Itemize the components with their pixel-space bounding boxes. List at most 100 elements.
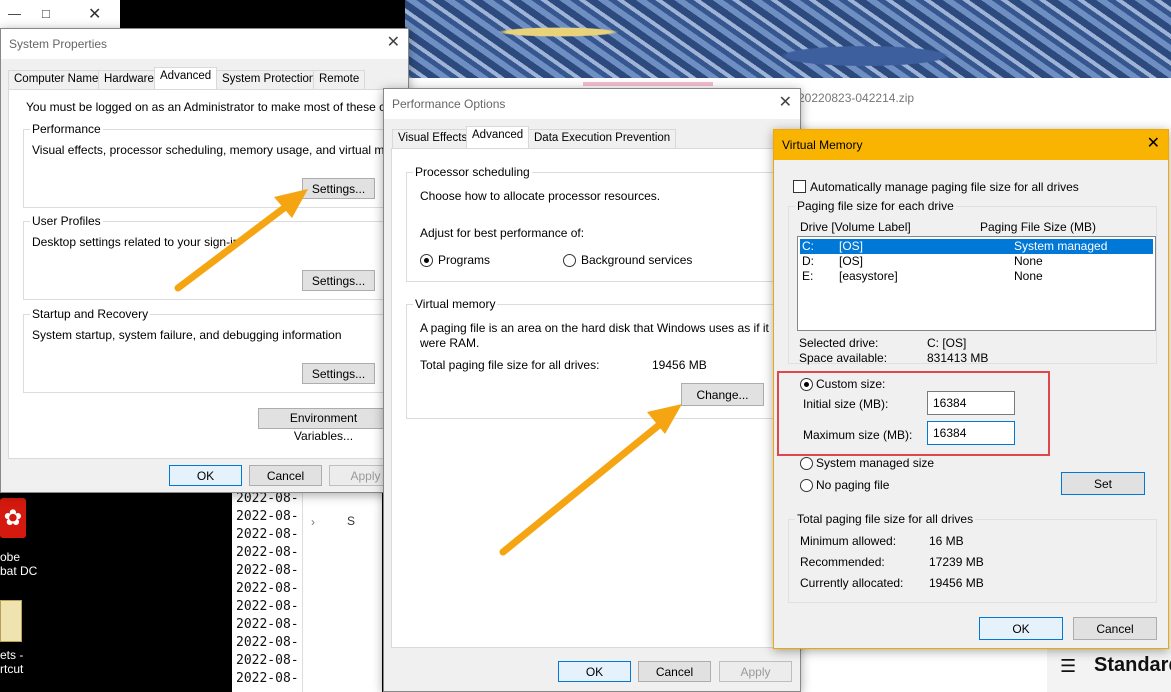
hamburger-menu-icon[interactable]: ☰ xyxy=(1060,656,1076,677)
console-line: 2022-08- xyxy=(236,635,299,650)
user-profiles-label: User Profiles xyxy=(30,214,103,228)
cancel-button[interactable]: Cancel xyxy=(638,661,711,682)
drive-row[interactable]: D: [OS] None xyxy=(800,254,1153,269)
cancel-button[interactable]: Cancel xyxy=(1073,617,1157,640)
no-paging-radio[interactable] xyxy=(800,479,813,492)
drive-row[interactable]: E: [easystore] None xyxy=(800,269,1153,284)
startup-recovery-group: Startup and Recovery System startup, sys… xyxy=(23,307,389,393)
environment-variables-button[interactable]: Environment Variables... xyxy=(258,408,389,443)
selected-drive-label: Selected drive: xyxy=(799,336,879,350)
virtual-memory-label: Virtual memory xyxy=(413,297,498,311)
auto-manage-checkbox[interactable] xyxy=(793,180,806,193)
maximize-icon[interactable]: □ xyxy=(42,6,50,21)
window-title: Performance Options xyxy=(392,97,506,111)
tab-remote[interactable]: Remote xyxy=(313,70,366,89)
acrobat-icon[interactable]: ✿ xyxy=(0,498,26,538)
console-line: 2022-08- xyxy=(236,617,299,632)
advanced-tab-panel: Processor scheduling Choose how to alloc… xyxy=(391,148,794,648)
paging-each-drive-label: Paging file size for each drive xyxy=(795,199,956,213)
tab-visual-effects[interactable]: Visual Effects xyxy=(392,129,474,148)
drive-row[interactable]: C: [OS] System managed xyxy=(800,239,1153,254)
programs-radio[interactable] xyxy=(420,254,433,267)
drive-size: System managed xyxy=(1014,239,1108,253)
advanced-tab-panel: You must be logged on as an Administrato… xyxy=(8,89,428,459)
performance-description: Visual effects, processor scheduling, me… xyxy=(32,143,418,157)
user-profiles-description: Desktop settings related to your sign-in xyxy=(32,235,240,249)
currently-allocated-value: 19456 MB xyxy=(929,576,984,590)
console-line: 2022-08- xyxy=(236,599,299,614)
set-button[interactable]: Set xyxy=(1061,472,1145,495)
minimum-allowed-label: Minimum allowed: xyxy=(800,534,897,548)
recommended-value: 17239 MB xyxy=(929,555,984,569)
console-line: 2022-08- xyxy=(236,545,299,560)
performance-label: Performance xyxy=(30,122,103,136)
performance-group: Performance Visual effects, processor sc… xyxy=(23,122,418,208)
zip-file-name[interactable]: 20220823-042214.zip xyxy=(798,91,914,105)
total-paging-label: Total paging file size for all drives: xyxy=(420,358,600,372)
background-services-label[interactable]: Background services xyxy=(581,253,692,267)
tab-data-execution-prevention[interactable]: Data Execution Prevention xyxy=(528,129,677,148)
tab-computer-name[interactable]: Computer Name xyxy=(8,70,105,89)
close-icon[interactable]: ✕ xyxy=(387,33,400,53)
tree-item-label[interactable]: S xyxy=(347,514,355,528)
drive-label: [easystore] xyxy=(839,269,898,283)
minimize-icon[interactable]: — xyxy=(8,6,21,21)
console-line: 2022-08- xyxy=(236,509,299,524)
currently-allocated-label: Currently allocated: xyxy=(800,576,904,590)
background-services-radio[interactable] xyxy=(563,254,576,267)
explorer-tree-pane: › S xyxy=(302,490,382,692)
adjust-performance-label: Adjust for best performance of: xyxy=(420,226,585,240)
console-line: 2022-08- xyxy=(236,671,299,686)
explorer-progress-strip xyxy=(583,82,713,86)
drive-letter: D: xyxy=(802,254,814,268)
tab-advanced[interactable]: Advanced xyxy=(466,126,530,148)
close-icon[interactable]: ✕ xyxy=(88,4,101,24)
tab-system-protection[interactable]: System Protection xyxy=(216,70,322,89)
performance-options-titlebar: Performance Options ✕ xyxy=(384,89,800,119)
drive-size: None xyxy=(1014,254,1043,268)
processor-scheduling-label: Processor scheduling xyxy=(413,165,532,179)
console-line: 2022-08- xyxy=(236,581,299,596)
system-managed-radio[interactable] xyxy=(800,457,813,470)
processor-scheduling-description: Choose how to allocate processor resourc… xyxy=(420,189,661,203)
close-icon[interactable]: ✕ xyxy=(1147,134,1160,154)
tab-advanced[interactable]: Advanced xyxy=(154,67,218,89)
drive-letter: C: xyxy=(802,239,814,253)
admin-note: You must be logged on as an Administrato… xyxy=(26,100,428,114)
no-paging-label[interactable]: No paging file xyxy=(816,478,889,492)
tab-hardware[interactable]: Hardware xyxy=(98,70,160,89)
ok-button[interactable]: OK xyxy=(558,661,631,682)
total-paging-group: Total paging file size for all drives Mi… xyxy=(788,512,1157,603)
window-title: System Properties xyxy=(9,37,108,51)
drive-list[interactable]: C: [OS] System managed D: [OS] None E: [easysto… xyxy=(797,236,1156,331)
space-available-value: 831413 MB xyxy=(927,351,989,365)
system-managed-label[interactable]: System managed size xyxy=(816,456,934,470)
startup-recovery-label: Startup and Recovery xyxy=(30,307,151,321)
background-window-caption: — □ ✕ xyxy=(0,0,120,28)
cancel-button[interactable]: Cancel xyxy=(249,465,322,486)
minimum-allowed-value: 16 MB xyxy=(929,534,964,548)
startup-recovery-settings-button[interactable]: Settings... xyxy=(302,363,375,384)
acrobat-shortcut-label: obe bat DC xyxy=(0,550,37,578)
performance-settings-button[interactable]: Settings... xyxy=(302,178,375,199)
shortcut-label-line-2: rtcut xyxy=(0,662,24,676)
acrobat-label-line-2: bat DC xyxy=(0,564,38,578)
auto-manage-label[interactable]: Automatically manage paging file size fo… xyxy=(810,180,1079,194)
processor-scheduling-group: Processor scheduling Choose how to alloc… xyxy=(406,165,782,282)
paging-size-column-header: Paging File Size (MB) xyxy=(980,220,1097,234)
console-line: 2022-08- xyxy=(236,527,299,542)
ok-button[interactable]: OK xyxy=(979,617,1063,640)
file-shortcut-icon[interactable] xyxy=(0,600,22,642)
performance-options-window: Performance Options ✕ Visual Effects Adva… xyxy=(383,88,801,692)
programs-label[interactable]: Programs xyxy=(438,253,490,267)
close-icon[interactable]: ✕ xyxy=(779,93,792,113)
ok-button[interactable]: OK xyxy=(169,465,242,486)
system-properties-titlebar: System Properties ✕ xyxy=(1,29,408,59)
apply-button[interactable]: Apply xyxy=(719,661,792,682)
custom-size-highlight xyxy=(777,371,1050,456)
acrobat-label-line-1: obe xyxy=(0,550,21,564)
tree-expand-icon[interactable]: › xyxy=(311,515,315,529)
user-profiles-group: User Profiles Desktop settings related t… xyxy=(23,214,389,300)
change-button[interactable]: Change... xyxy=(681,383,764,406)
user-profiles-settings-button[interactable]: Settings... xyxy=(302,270,375,291)
